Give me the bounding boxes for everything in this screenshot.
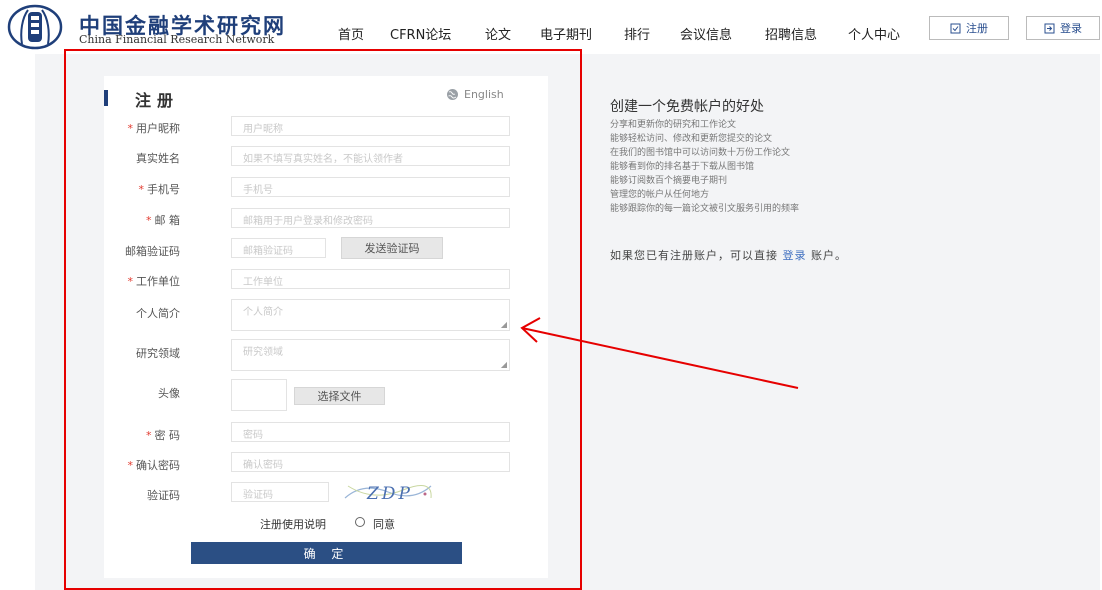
workplace-label: * 工作单位 (98, 273, 181, 289)
nav-user-center[interactable]: 个人中心 (848, 24, 900, 43)
benefit-item: 能够轻松访问、修改和更新您提交的论文 (610, 134, 773, 144)
email-label: * 邮 箱 (98, 212, 180, 228)
required-mark: * (127, 459, 134, 472)
benefit-item: 能够看到你的排名基于下载从图书馆 (610, 162, 755, 172)
globe-icon (447, 89, 458, 100)
avatar-preview (231, 379, 287, 411)
nav-ejournals[interactable]: 电子期刊 (540, 24, 592, 43)
avatar-label: 头像 (158, 387, 180, 400)
captcha-input[interactable]: 验证码 (231, 482, 329, 502)
research-textarea[interactable]: 研究领域 ◢ (231, 339, 510, 371)
nav-forum[interactable]: CFRN论坛 (390, 24, 451, 43)
bio-label: 个人简介 (136, 307, 180, 320)
cfrn-logo[interactable] (6, 4, 64, 50)
site-header: 中国金融学术研究网 China Financial Research Netwo… (0, 0, 1102, 60)
login-link[interactable]: 登录 (783, 249, 807, 262)
benefits-list: 分享和更新你的研究和工作论文 能够轻松访问、修改和更新您提交的论文 在我们的图书… (610, 118, 799, 216)
nickname-label-text: 用户昵称 (136, 122, 180, 135)
nav-rankings[interactable]: 排行 (624, 24, 650, 43)
benefit-item: 能够订阅数百个摘要电子期刊 (610, 176, 728, 186)
research-placeholder: 研究领域 (243, 347, 283, 358)
benefit-item: 能够跟踪你的每一篇论文被引文服务引用的频率 (610, 204, 800, 214)
login-label: 登录 (1060, 22, 1082, 35)
benefit-item: 分享和更新你的研究和工作论文 (610, 120, 737, 130)
benefit-item: 在我们的图书馆中可以访问数十万份工作论文 (610, 148, 791, 158)
login-button[interactable]: 登录 (1026, 16, 1100, 40)
login-note: 如果您已有注册账户，可以直接 登录 账户。 (610, 247, 847, 263)
required-mark: * (127, 122, 134, 135)
nav-home[interactable]: 首页 (338, 24, 364, 43)
required-mark: * (146, 214, 152, 227)
captcha-label: 验证码 (147, 489, 180, 502)
submit-button[interactable]: 确 定 (191, 542, 462, 564)
resize-grip-icon[interactable]: ◢ (501, 361, 507, 369)
agree-radio[interactable] (355, 517, 365, 527)
resize-grip-icon[interactable]: ◢ (501, 321, 507, 329)
password-label: * 密 码 (98, 427, 180, 443)
realname-label: 真实姓名 (136, 152, 180, 165)
bio-placeholder: 个人简介 (243, 307, 283, 318)
nickname-label: * 用户昵称 (98, 120, 181, 136)
required-mark: * (138, 183, 145, 196)
email-label-text: 邮 箱 (154, 214, 181, 227)
agree-label: 同意 (373, 518, 395, 531)
password-input[interactable]: 密码 (231, 422, 510, 442)
register-label: 注册 (966, 22, 988, 35)
brand-name-en: China Financial Research Network (79, 33, 275, 46)
email-input[interactable]: 邮箱用于用户登录和修改密码 (231, 208, 510, 228)
login-icon (1044, 23, 1055, 33)
captcha-text: ZDP (366, 484, 413, 504)
title-accent-bar (104, 90, 108, 106)
phone-label-text: 手机号 (147, 183, 180, 196)
agreement-link[interactable]: 注册使用说明 (260, 516, 326, 532)
nav-conferences[interactable]: 会议信息 (680, 24, 732, 43)
confirm-password-input[interactable]: 确认密码 (231, 452, 510, 472)
login-note-suffix: 账户。 (811, 249, 847, 262)
phone-input[interactable]: 手机号 (231, 177, 510, 197)
nav-papers[interactable]: 论文 (485, 24, 511, 43)
email-code-label: 邮箱验证码 (125, 245, 180, 258)
captcha-image[interactable]: ZDP (343, 480, 433, 504)
workplace-label-text: 工作单位 (136, 275, 180, 288)
required-mark: * (146, 429, 152, 442)
benefits-title: 创建一个免费帐户的好处 (610, 99, 764, 115)
workplace-input[interactable]: 工作单位 (231, 269, 510, 289)
email-code-input[interactable]: 邮箱验证码 (231, 238, 326, 258)
realname-input[interactable]: 如果不填写真实姓名，不能认领作者 (231, 146, 510, 166)
register-icon (950, 23, 961, 33)
send-code-button[interactable]: 发送验证码 (341, 237, 443, 259)
language-switch[interactable]: English (446, 88, 504, 101)
login-note-prefix: 如果您已有注册账户，可以直接 (610, 249, 778, 262)
choose-file-button[interactable]: 选择文件 (294, 387, 385, 405)
required-mark: * (127, 275, 134, 288)
bio-textarea[interactable]: 个人简介 ◢ (231, 299, 510, 331)
nickname-input[interactable]: 用户昵称 (231, 116, 510, 136)
confirm-password-label: * 确认密码 (98, 457, 181, 473)
benefit-item: 管理您的帐户从任何地方 (610, 190, 710, 200)
nav-jobs[interactable]: 招聘信息 (765, 24, 817, 43)
language-label: English (464, 88, 504, 101)
form-title: 注册 (135, 91, 180, 110)
research-label: 研究领域 (136, 347, 180, 360)
confirm-label-text: 确认密码 (136, 459, 180, 472)
phone-label: * 手机号 (98, 181, 181, 197)
password-label-text: 密 码 (154, 429, 181, 442)
register-button[interactable]: 注册 (929, 16, 1009, 40)
